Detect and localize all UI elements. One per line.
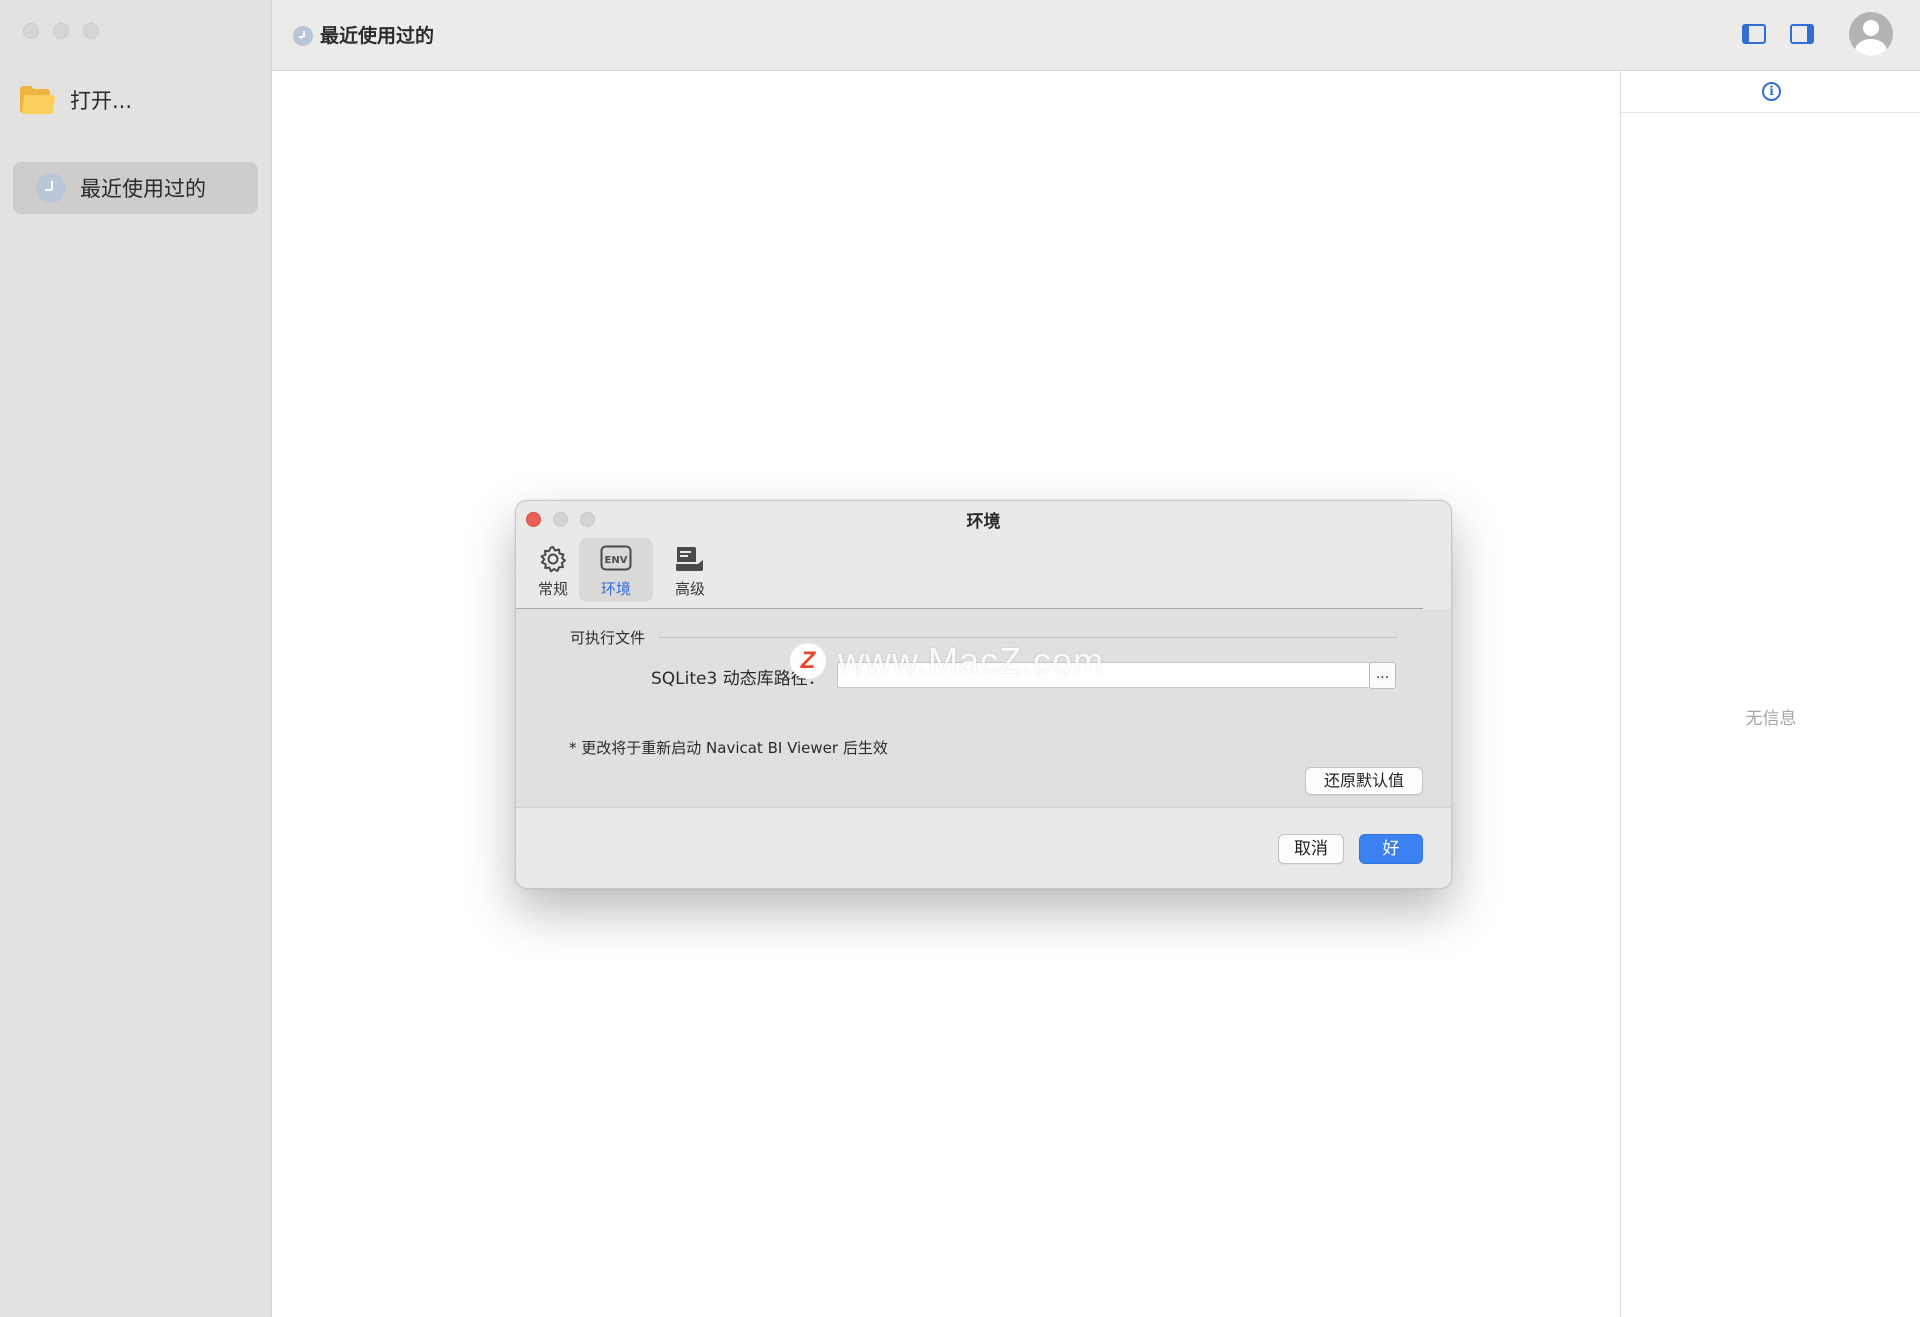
avatar[interactable] bbox=[1849, 12, 1893, 56]
sidebar-item-recent-label: 最近使用过的 bbox=[80, 177, 206, 201]
info-panel: i 无信息 bbox=[1620, 71, 1920, 1317]
ok-button[interactable]: 好 bbox=[1359, 834, 1423, 864]
no-info-text: 无信息 bbox=[1745, 709, 1797, 729]
clock-icon bbox=[293, 26, 313, 46]
svg-text:ENV: ENV bbox=[605, 555, 628, 566]
tab-environment-label: 环境 bbox=[600, 580, 631, 598]
window-close-button[interactable] bbox=[23, 23, 39, 39]
restart-note: * 更改将于重新启动 Navicat BI Viewer 后生效 bbox=[569, 739, 888, 757]
info-icon[interactable]: i bbox=[1762, 82, 1781, 101]
page-title: 最近使用过的 bbox=[320, 25, 435, 47]
restore-defaults-button[interactable]: 还原默认值 bbox=[1305, 767, 1423, 795]
right-sidebar-toggle-icon[interactable] bbox=[1790, 24, 1814, 44]
env-icon: ENV bbox=[600, 545, 632, 571]
clock-icon bbox=[36, 173, 66, 203]
sidebar-item-open-label: 打开... bbox=[70, 89, 133, 113]
tab-environment[interactable]: ENV 环境 bbox=[579, 538, 653, 602]
sqlite-path-input[interactable] bbox=[837, 662, 1383, 688]
environment-dialog: 环境 常规 ENV 环境 高级 可执行文件 SQLite3 动态库路径： ...… bbox=[515, 500, 1452, 889]
environment-settings: 可执行文件 SQLite3 动态库路径： ... * 更改将于重新启动 Navi… bbox=[516, 609, 1451, 807]
folder-icon bbox=[20, 86, 56, 114]
cancel-button[interactable]: 取消 bbox=[1278, 834, 1344, 864]
dialog-title: 环境 bbox=[966, 512, 1001, 532]
sidebar-item-recent[interactable]: 最近使用过的 bbox=[13, 162, 258, 214]
toolbar: 最近使用过的 bbox=[272, 0, 1920, 71]
group-divider bbox=[658, 637, 1398, 638]
sidebar-item-open[interactable]: 打开... bbox=[20, 84, 132, 116]
group-label-executables: 可执行文件 bbox=[570, 629, 646, 647]
tab-advanced-label: 高级 bbox=[674, 580, 705, 598]
info-panel-header: i bbox=[1621, 71, 1920, 113]
sqlite-path-label: SQLite3 动态库路径： bbox=[651, 669, 825, 689]
footer-divider bbox=[516, 807, 1451, 808]
left-sidebar-toggle-icon[interactable] bbox=[1742, 24, 1766, 44]
browse-button[interactable]: ... bbox=[1369, 662, 1396, 689]
advanced-icon bbox=[676, 547, 703, 571]
window-zoom-button[interactable] bbox=[83, 23, 99, 39]
sidebar: 打开... 最近使用过的 bbox=[0, 0, 272, 1317]
window-minimize-button[interactable] bbox=[53, 23, 69, 39]
tab-advanced[interactable]: 高级 bbox=[653, 538, 727, 602]
gear-icon bbox=[540, 546, 566, 573]
